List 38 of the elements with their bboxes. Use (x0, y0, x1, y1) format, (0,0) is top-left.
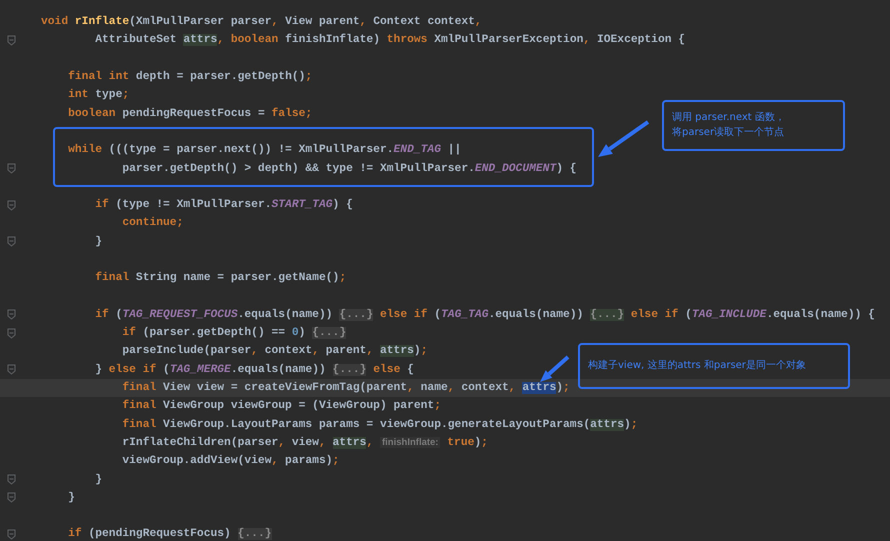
code-line: } (67, 490, 75, 505)
callout-arrow (598, 120, 650, 157)
code-line: } (94, 234, 102, 249)
fold-marker-icon[interactable] (6, 200, 16, 211)
code-line: final ViewGroup.LayoutParams params = viewGroup.generateLayoutParams(attrs); (121, 418, 638, 432)
fold-marker-icon[interactable] (6, 474, 16, 486)
code-line: viewGroup.addView(view, params); (121, 454, 340, 468)
callout-text: 将parser读取下一个节点 (672, 127, 786, 140)
code-line: if (TAG_REQUEST_FOCUS.equals(name)) {...} else if (TAG_TAG.equals(name)) {...} else if (TAG_INCLUDE.equals(name)) { (94, 308, 875, 322)
code-line: parser.getDepth() > depth) && type != XmlPullParser.END_DOCUMENT) { (121, 162, 577, 176)
code-line: rInflateChildren(parser, view, attrs, finishInflate: true); (121, 436, 488, 450)
code-line: parseInclude(parser, context, parent, attrs); (121, 344, 428, 358)
code-line: } else if (TAG_MERGE.equals(name)) {...} else { (94, 362, 414, 377)
callout-text: 调用 parser.next 函数， (672, 112, 786, 124)
code-line: final ViewGroup viewGroup = (ViewGroup) parent; (121, 399, 441, 414)
code-line: if (parser.getDepth() == 0) {...} (121, 326, 346, 340)
code-line: boolean pendingRequestFocus = false; (67, 106, 312, 121)
code-line: final String name = parser.getName(); (94, 271, 346, 286)
code-line: AttributeSet attrs, boolean finishInflate) throws XmlPullParserException, IOException { (94, 33, 686, 48)
fold-marker-icon[interactable] (6, 528, 16, 540)
callout-text: 构建子view, 这里的attrs 和parser是同一个对象 (588, 360, 807, 372)
code-line: while (((type = parser.next()) != XmlPullParser.END_TAG || (67, 143, 462, 158)
fold-marker-icon[interactable] (6, 34, 16, 46)
code-line: if (type != XmlPullParser.START_TAG) { (94, 198, 353, 212)
fold-marker-icon[interactable] (6, 492, 16, 504)
code-line: int type; (67, 88, 130, 102)
code-line: final int depth = parser.getDepth(); (67, 70, 312, 84)
callout-arrow (540, 356, 570, 382)
code-line: } (94, 472, 102, 487)
fold-marker-icon[interactable] (6, 364, 16, 376)
code-line: if (pendingRequestFocus) {...} (67, 527, 272, 541)
code-line: continue; (121, 216, 184, 230)
fold-marker-icon[interactable] (6, 328, 16, 339)
code-line: void rInflate(XmlPullParser parser, View parent, Context context, (41, 15, 482, 30)
fold-marker-icon[interactable] (6, 236, 16, 248)
fold-marker-icon[interactable] (6, 309, 16, 320)
fold-marker-icon[interactable] (6, 163, 16, 174)
code-line: final View view = createViewFromTag(parent, name, context, attrs); (121, 381, 570, 396)
